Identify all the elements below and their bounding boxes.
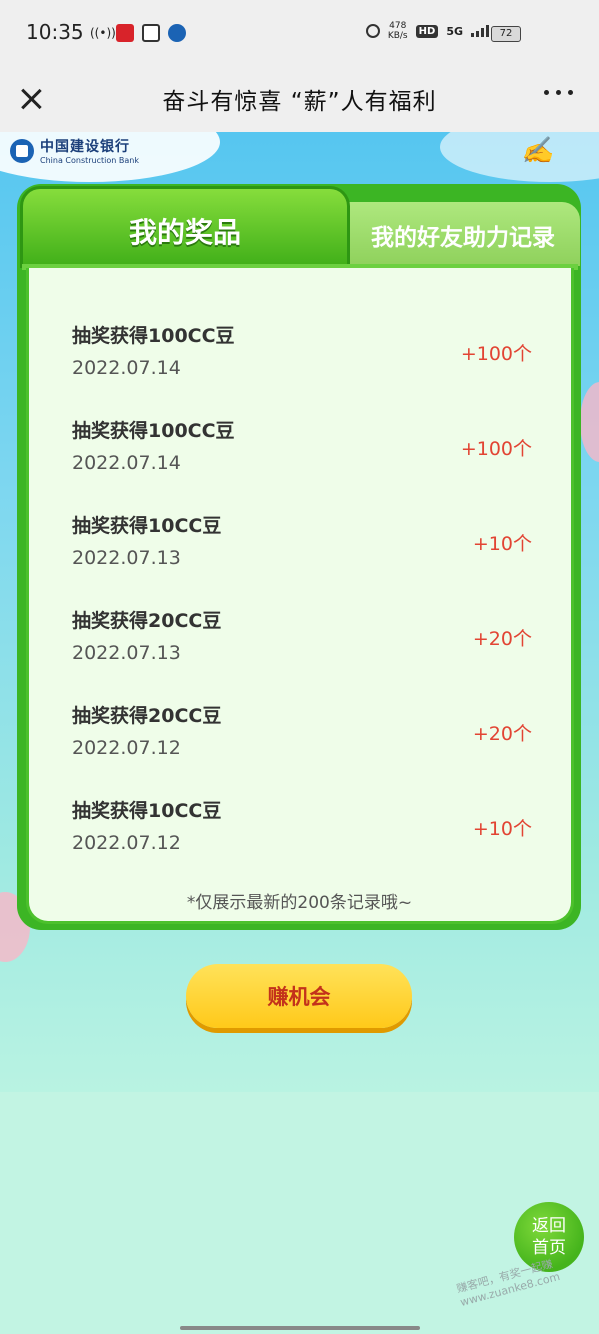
battery-icon: 72 — [491, 26, 521, 42]
record-name: 抽奖获得100CC豆 — [72, 325, 235, 347]
record-amount: +10个 — [472, 533, 532, 555]
network-type: 5G — [446, 24, 463, 38]
list-item: 抽奖获得20CC豆 2022.07.13 +20个 — [72, 606, 532, 676]
tab-label: 我的好友助力记录 — [371, 225, 555, 251]
list-item: 抽奖获得10CC豆 2022.07.13 +10个 — [72, 511, 532, 581]
network-speed: 478 KB/s — [388, 21, 408, 41]
record-date: 2022.07.12 — [72, 737, 181, 759]
status-right-icons: 478 KB/s HD 5G — [365, 21, 489, 41]
earn-chances-button[interactable]: 赚机会 — [186, 964, 412, 1028]
record-name: 抽奖获得100CC豆 — [72, 420, 235, 442]
record-date: 2022.07.14 — [72, 357, 181, 379]
record-name: 抽奖获得20CC豆 — [72, 610, 222, 632]
notification-icons: ((•)) — [90, 24, 186, 42]
earn-chances-label: 赚机会 — [267, 985, 331, 1009]
tab-label: 我的奖品 — [128, 216, 241, 249]
list-item: 抽奖获得100CC豆 2022.07.14 +100个 — [72, 416, 532, 486]
app-notification-icon — [116, 24, 134, 42]
record-amount: +20个 — [472, 723, 532, 745]
list-item: 抽奖获得20CC豆 2022.07.12 +20个 — [72, 701, 532, 771]
network-speed-unit: KB/s — [387, 31, 408, 41]
records-footnote: *仅展示最新的200条记录哦~ — [186, 893, 413, 913]
record-amount: +100个 — [460, 438, 532, 460]
home-indicator[interactable] — [180, 1326, 420, 1330]
tab-friend-help-records[interactable]: 我的好友助力记录 — [346, 202, 580, 266]
record-name: 抽奖获得10CC豆 — [72, 515, 222, 537]
record-name: 抽奖获得20CC豆 — [72, 705, 222, 727]
title-bar: 奋斗有惊喜 “薪”人有福利 — [0, 66, 599, 132]
network-speed-value: 478 — [389, 21, 407, 31]
bank-logo: 中国建设银行 China Construction Bank — [10, 136, 139, 165]
record-name: 抽奖获得10CC豆 — [72, 800, 222, 822]
page-title: 奋斗有惊喜 “薪”人有福利 — [162, 89, 437, 115]
bank-name-cn: 中国建设银行 — [40, 139, 130, 155]
alarm-icon — [365, 24, 380, 38]
status-bar: 10:35 ((•)) 478 KB/s HD 5G 72 — [0, 0, 599, 66]
hd-badge: HD — [415, 24, 439, 38]
record-date: 2022.07.14 — [72, 452, 181, 474]
hotspot-icon: ((•)) — [90, 26, 116, 40]
record-date: 2022.07.12 — [72, 832, 181, 854]
app-notification-icon — [142, 24, 160, 42]
petal-decoration — [580, 382, 599, 462]
app-notification-icon — [168, 24, 186, 42]
record-date: 2022.07.13 — [72, 547, 181, 569]
more-options-icon[interactable] — [544, 90, 573, 95]
back-home-label-line1: 返回 — [532, 1216, 566, 1236]
bottom-area — [0, 1092, 599, 1334]
record-amount: +20个 — [472, 628, 532, 650]
bank-logo-icon — [10, 138, 34, 163]
record-date: 2022.07.13 — [72, 642, 181, 664]
signal-icon — [471, 25, 489, 37]
record-amount: +100个 — [460, 343, 532, 365]
list-item: 抽奖获得100CC豆 2022.07.14 +100个 — [72, 321, 532, 391]
calligraphy-logo-icon: ✍ — [521, 136, 554, 166]
record-amount: +10个 — [472, 818, 532, 840]
status-time: 10:35 — [26, 20, 84, 44]
tab-my-prizes[interactable]: 我的奖品 — [20, 186, 350, 268]
list-item: 抽奖获得10CC豆 2022.07.12 +10个 — [72, 796, 532, 866]
bank-name-en: China Construction Bank — [40, 156, 139, 165]
close-icon[interactable] — [16, 84, 46, 114]
